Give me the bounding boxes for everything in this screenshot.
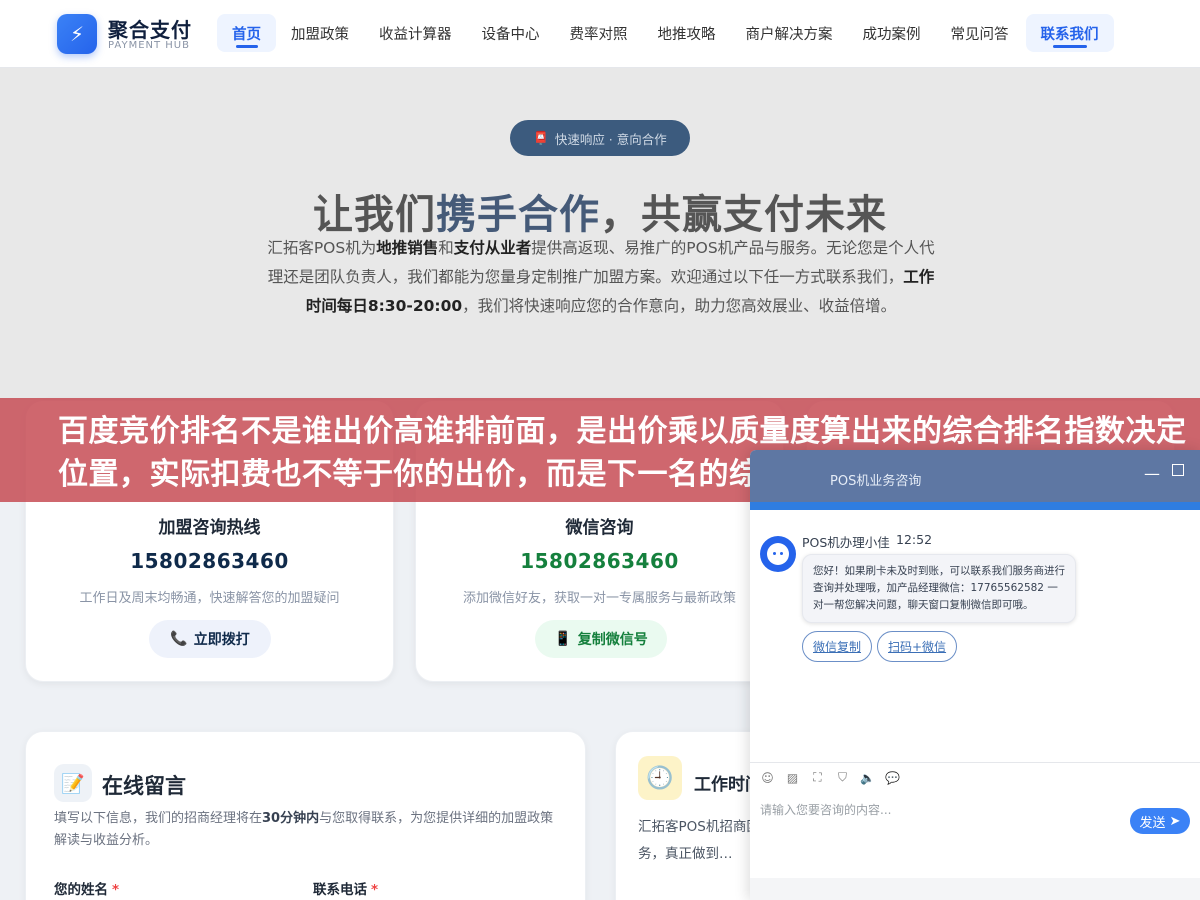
nav-item-income-calculator[interactable]: 收益计算器 xyxy=(364,14,467,52)
nav-item-contact[interactable]: 联系我们 xyxy=(1025,14,1114,52)
copy-wechat-label: 复制微信号 xyxy=(577,632,648,648)
required-mark: * xyxy=(112,882,120,898)
name-field-label: 您的姓名 * xyxy=(54,878,119,898)
chat-message-input[interactable] xyxy=(760,800,1120,820)
nav-item-promotion-guide[interactable]: 地推攻略 xyxy=(643,14,731,52)
chat-widget: POS机业务咨询 — POS机办理小佳 12:52 您好！如果刷卡未及时到账，可… xyxy=(750,450,1200,900)
form-description: 填写以下信息，我们的招商经理将在30分钟内与您取得联系，为您提供详细的加盟政策解… xyxy=(54,808,554,852)
message-form-card: 📝 在线留言 填写以下信息，我们的招商经理将在30分钟内与您取得联系，为您提供详… xyxy=(25,731,586,900)
title-part-1: 让我们 xyxy=(313,192,436,238)
hero-pill-label: 快速响应 · 意向合作 xyxy=(554,131,667,147)
form-desc-bold: 30分钟内 xyxy=(262,811,320,826)
chat-footer xyxy=(750,878,1200,900)
clock-icon: 🕘 xyxy=(638,756,682,800)
mobile-icon: 📱 xyxy=(554,631,572,647)
main-nav: 首页 加盟政策 收益计算器 设备中心 费率对照 地推攻略 商户解决方案 成功案例… xyxy=(217,14,1114,52)
page-title: 让我们携手合作，共赢支付未来 xyxy=(0,182,1200,240)
avatar-face-icon xyxy=(767,543,789,565)
nav-item-devices[interactable]: 设备中心 xyxy=(467,14,555,52)
screenshot-icon[interactable]: ⛶ xyxy=(810,770,825,785)
phone-label-text: 联系电话 xyxy=(313,882,367,898)
message-time: 12:52 xyxy=(896,532,933,547)
name-label-text: 您的姓名 xyxy=(54,882,108,898)
maximize-icon[interactable] xyxy=(1172,464,1184,476)
wechat-icon[interactable]: 💬 xyxy=(885,770,900,785)
desc-bold: 地推销售 xyxy=(376,239,439,257)
wechat-desc: 添加微信好友，获取一对一专属服务与最新政策 xyxy=(462,591,736,606)
lightning-icon[interactable]: ⚡ xyxy=(57,14,97,54)
agent-avatar xyxy=(760,536,796,572)
desc-text: 和 xyxy=(438,239,454,257)
form-desc-text: 填写以下信息，我们的招商经理将在 xyxy=(54,811,263,826)
hero-pill: 📮 快速响应 · 意向合作 xyxy=(510,120,690,156)
title-part-2: ，共赢支付未来 xyxy=(600,192,887,238)
chat-header-title: POS机业务咨询 xyxy=(830,474,922,489)
brand-name[interactable]: 聚合支付 xyxy=(108,14,192,43)
hero-description: 汇拓客POS机为地推销售和支付从业者提供高返现、易推广的POS机产品与服务。无论… xyxy=(263,234,939,321)
voice-icon[interactable]: 🔈 xyxy=(860,770,875,785)
phone-icon: 📞 xyxy=(170,631,188,647)
brand-subtitle: PAYMENT HUB xyxy=(108,40,190,51)
hotline-desc: 工作日及周末均畅通，快速解答您的加盟疑问 xyxy=(79,591,340,606)
phone-field-label: 联系电话 * xyxy=(313,878,378,898)
send-button[interactable]: 发送 ➤ xyxy=(1130,808,1190,834)
send-label: 发送 xyxy=(1139,815,1166,831)
nav-item-franchise-policy[interactable]: 加盟政策 xyxy=(276,14,364,52)
copy-wechat-quick-button[interactable]: 微信复制 xyxy=(802,631,873,662)
title-highlight: 携手合作 xyxy=(436,192,600,238)
memo-icon: 📝 xyxy=(54,764,92,802)
copy-wechat-button[interactable]: 📱 复制微信号 xyxy=(535,620,667,658)
scan-wechat-quick-button[interactable]: 扫码+微信 xyxy=(877,631,958,662)
shield-icon[interactable]: ⛉ xyxy=(835,770,850,785)
desc-text: ，我们将快速响应您的合作意向，助力您高效展业、收益倍增。 xyxy=(462,297,897,315)
agent-name: POS机办理小佳 xyxy=(802,535,890,550)
chat-header[interactable]: POS机业务咨询 — xyxy=(750,450,1200,502)
desc-bold: 支付从业者 xyxy=(453,239,532,257)
required-mark: * xyxy=(371,882,379,898)
form-title: 在线留言 xyxy=(102,774,186,798)
nav-item-merchant-solutions[interactable]: 商户解决方案 xyxy=(731,14,848,52)
hotline-title: 加盟咨询热线 xyxy=(158,518,261,538)
call-now-button[interactable]: 📞 立即拨打 xyxy=(149,620,271,658)
agent-message-bubble: 您好！如果刷卡未及时到账，可以联系我们服务商进行查询并处理哦，加产品经理微信：1… xyxy=(802,554,1076,623)
hotline-number[interactable]: 15802863460 xyxy=(26,549,393,573)
chat-divider xyxy=(750,762,1200,763)
nav-item-faq[interactable]: 常见问答 xyxy=(936,14,1024,52)
desc-text: 汇拓客POS机为 xyxy=(267,239,377,257)
minimize-icon[interactable]: — xyxy=(1144,464,1160,483)
wechat-number[interactable]: 15802863460 xyxy=(416,549,783,573)
image-icon[interactable]: ▨ xyxy=(785,770,800,785)
send-arrow-icon: ➤ xyxy=(1169,813,1181,829)
emoji-icon[interactable]: ☺ xyxy=(760,770,775,785)
chat-toolbar: ☺ ▨ ⛶ ⛉ 🔈 💬 xyxy=(760,770,900,785)
nav-item-home[interactable]: 首页 xyxy=(217,14,276,52)
nav-item-success-cases[interactable]: 成功案例 xyxy=(848,14,936,52)
wechat-title: 微信咨询 xyxy=(565,518,634,538)
call-now-label: 立即拨打 xyxy=(193,632,250,648)
mailbox-icon: 📮 xyxy=(533,130,549,145)
site-header: ⚡ 聚合支付 PAYMENT HUB 首页 加盟政策 收益计算器 设备中心 费率… xyxy=(0,0,1200,68)
nav-item-rates[interactable]: 费率对照 xyxy=(555,14,643,52)
chat-header-bar xyxy=(750,502,1200,510)
